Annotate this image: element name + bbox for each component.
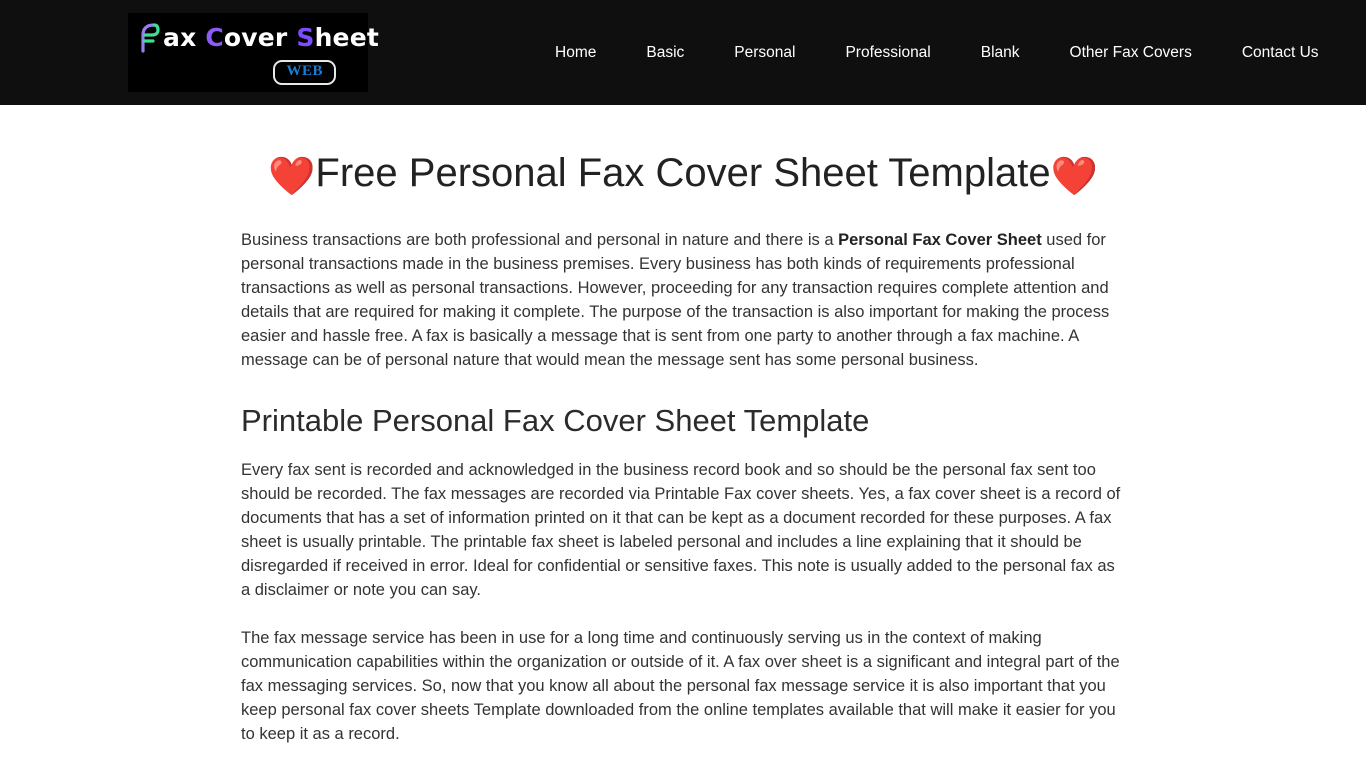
nav-item-professional[interactable]: Professional <box>820 38 955 68</box>
heart-icon-right: ❤️ <box>1050 154 1098 198</box>
main-navigation: Home Basic Personal Professional Blank O… <box>530 0 1344 105</box>
page-title: ❤️Free Personal Fax Cover Sheet Template… <box>241 149 1125 200</box>
nav-item-contact-us[interactable]: Contact Us <box>1217 38 1344 68</box>
heart-icon-left: ❤️ <box>268 154 316 198</box>
nav-item-home[interactable]: Home <box>530 38 621 68</box>
nav-item-basic[interactable]: Basic <box>621 38 709 68</box>
site-header: ax Cover Sheet WEB Home Basic Personal P… <box>0 0 1366 105</box>
nav-item-blank[interactable]: Blank <box>956 38 1045 68</box>
logo-web-badge: WEB <box>273 60 336 85</box>
logo-badge-row: WEB <box>136 60 362 85</box>
intro-paragraph: Business transactions are both professio… <box>241 228 1125 372</box>
logo-text-c: C <box>205 22 224 52</box>
logo-text-s: S <box>296 22 315 52</box>
intro-part-1: Business transactions are both professio… <box>241 230 839 249</box>
paragraph-three: The fax message service has been in use … <box>241 629 1120 744</box>
nav-item-personal[interactable]: Personal <box>709 38 820 68</box>
logo-text-heet: heet <box>314 22 380 52</box>
logo-wordmark: ax Cover Sheet <box>136 20 379 54</box>
main-content: ❤️Free Personal Fax Cover Sheet Template… <box>241 105 1125 768</box>
nav-item-other-fax-covers[interactable]: Other Fax Covers <box>1045 38 1217 68</box>
page-title-text: Free Personal Fax Cover Sheet Template <box>315 151 1051 195</box>
logo-text-over: over <box>223 22 297 52</box>
logo-text-ax: ax <box>163 22 206 52</box>
intro-bold-term: Personal Fax Cover Sheet <box>838 230 1042 249</box>
stylized-f-icon <box>136 20 162 54</box>
logo-text: ax Cover Sheet <box>163 25 379 50</box>
paragraph-two: Every fax sent is recorded and acknowled… <box>241 461 1121 600</box>
intro-part-2: used for personal transactions made in t… <box>241 230 1110 369</box>
section-heading-printable: Printable Personal Fax Cover Sheet Templ… <box>241 402 870 438</box>
site-logo[interactable]: ax Cover Sheet WEB <box>128 13 379 92</box>
